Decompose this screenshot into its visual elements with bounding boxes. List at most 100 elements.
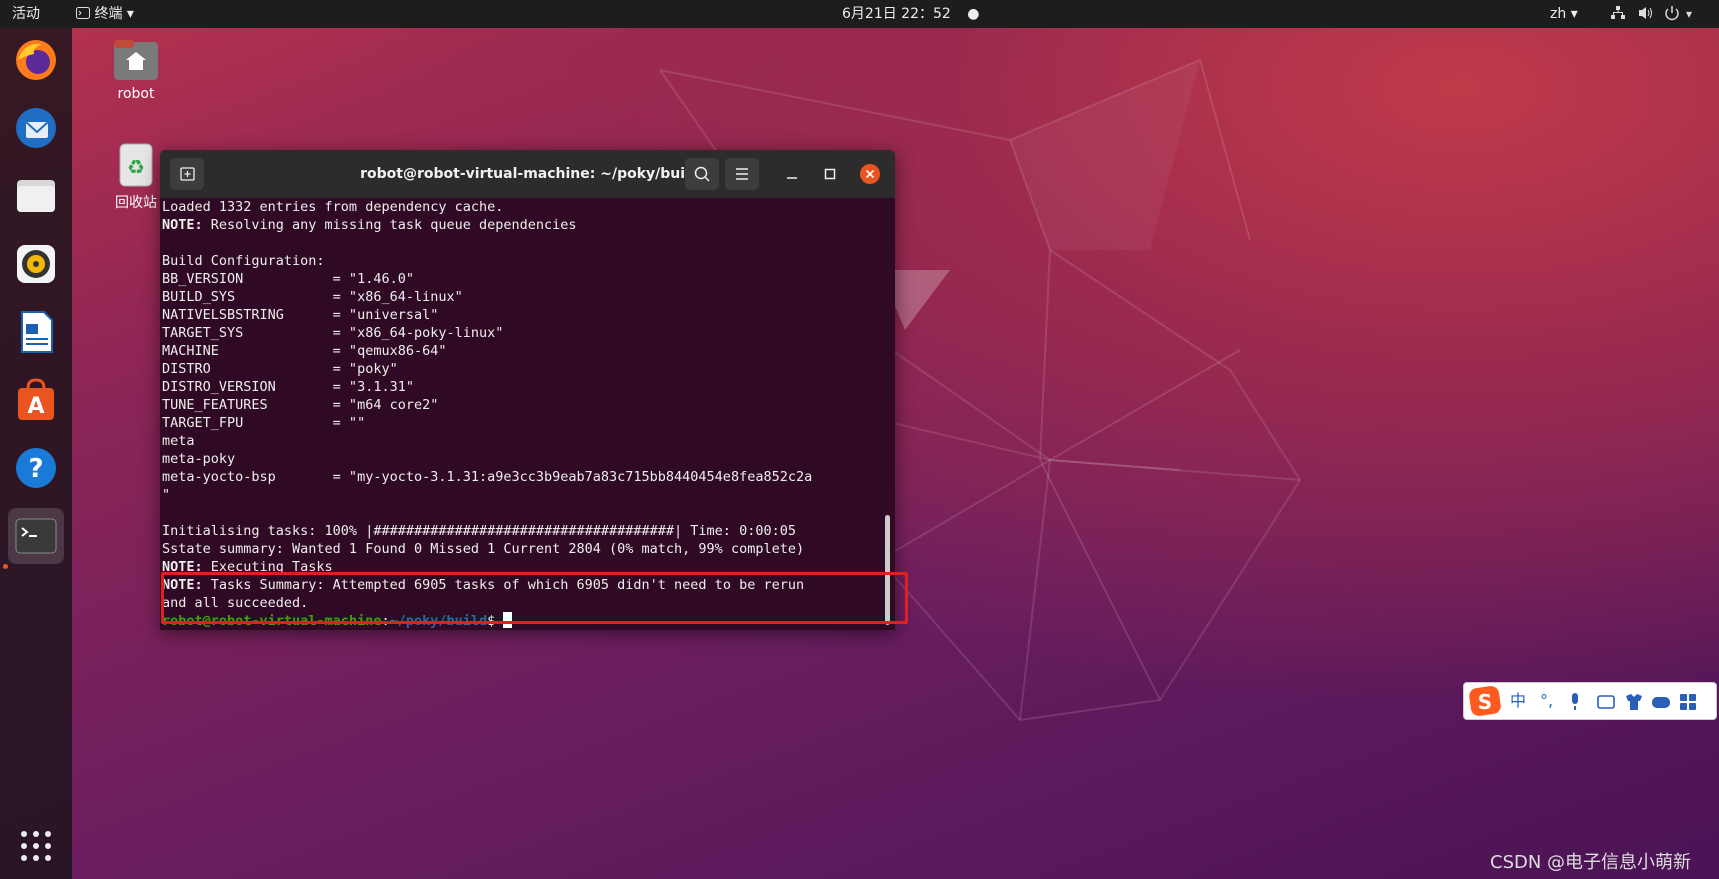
chevron-down-icon: ▾	[1686, 7, 1692, 21]
terminal-line: TARGET_FPU = ""	[162, 414, 882, 432]
line-text: Sstate summary: Wanted 1 Found 0 Missed …	[162, 541, 805, 557]
ime-mode[interactable]: 中	[1510, 683, 1526, 719]
clock-text: 6月21日 22：52	[842, 6, 951, 22]
close-button[interactable]	[858, 162, 882, 186]
dock-help[interactable]: ?	[8, 440, 64, 496]
files-icon	[17, 180, 55, 212]
line-text: Initialising tasks: 100% |##############…	[162, 523, 796, 539]
dock-terminal[interactable]	[8, 508, 64, 564]
svg-text:S: S	[1478, 690, 1492, 714]
apps-grid-icon	[21, 831, 51, 861]
volume-icon	[1639, 7, 1652, 19]
line-text: "	[162, 487, 171, 503]
tray-icons: ▾	[1611, 6, 1692, 21]
line-text: TARGET_FPU = ""	[162, 415, 366, 431]
terminal-line: BUILD_SYS = "x86_64-linux"	[162, 288, 882, 306]
toolbox-grid-icon	[1680, 694, 1696, 710]
desktop-icon-label: robot	[117, 86, 155, 102]
search-icon	[694, 166, 710, 182]
dock-software[interactable]: A	[8, 372, 64, 428]
ime-toolbar[interactable]: S 中 °,	[1463, 682, 1717, 720]
line-text: Resolving any missing task queue depende…	[202, 217, 577, 233]
app-menu[interactable]: 终端 ▾	[76, 0, 134, 28]
terminal-line: meta-yocto-bsp = "my-yocto-3.1.31:a9e3cc…	[162, 468, 882, 486]
terminal-line: TUNE_FEATURES = "m64 core2"	[162, 396, 882, 414]
search-button[interactable]	[685, 158, 719, 190]
dock-thunderbird[interactable]	[8, 100, 64, 156]
thunderbird-icon	[16, 108, 56, 148]
terminal-line: DISTRO_VERSION = "3.1.31"	[162, 378, 882, 396]
chevron-down-icon: ▾	[1570, 6, 1578, 22]
keyboard-icon	[1597, 695, 1615, 709]
dock: A ?	[0, 28, 72, 879]
dock-files[interactable]	[8, 168, 64, 224]
terminal-output[interactable]: Loaded 1332 entries from dependency cach…	[162, 198, 882, 630]
home-folder-icon	[114, 40, 158, 80]
terminal-line: NATIVELSBSTRING = "universal"	[162, 306, 882, 324]
line-text: NATIVELSBSTRING = "universal"	[162, 307, 439, 323]
terminal-line: Sstate summary: Wanted 1 Found 0 Missed …	[162, 540, 882, 558]
terminal-line: Build Configuration:	[162, 252, 882, 270]
running-indicator	[3, 564, 8, 569]
writer-icon	[21, 311, 53, 353]
line-text: BB_VERSION = "1.46.0"	[162, 271, 414, 287]
line-text: meta	[162, 433, 195, 449]
line-text: meta-yocto-bsp = "my-yocto-3.1.31:a9e3cc…	[162, 469, 813, 485]
svg-text:?: ?	[28, 454, 43, 484]
dock-libreoffice-writer[interactable]	[8, 304, 64, 360]
activities-button[interactable]: 活动	[12, 0, 40, 28]
line-text: DISTRO = "poky"	[162, 361, 398, 377]
line-text: MACHINE = "qemux86-64"	[162, 343, 447, 359]
maximize-button[interactable]	[818, 162, 842, 186]
top-bar: 活动 终端 ▾ 6月21日 22：52 ● zh ▾ ▾	[0, 0, 1719, 28]
sogou-logo-icon: S	[1469, 686, 1501, 716]
power-icon	[1665, 6, 1679, 21]
terminal-line: BB_VERSION = "1.46.0"	[162, 270, 882, 288]
terminal-line: MACHINE = "qemux86-64"	[162, 342, 882, 360]
terminal-line: TARGET_SYS = "x86_64-poky-linux"	[162, 324, 882, 342]
watermark: CSDN @电子信息小萌新	[1490, 852, 1692, 873]
highlight-annotation-box	[161, 572, 908, 624]
window-title: robot@robot-virtual-machine: ~/poky/buil…	[360, 166, 700, 182]
chevron-down-icon: ▾	[126, 6, 134, 22]
terminal-line: NOTE: Resolving any missing task queue d…	[162, 216, 882, 234]
terminal-line: DISTRO = "poky"	[162, 360, 882, 378]
dock-rhythmbox[interactable]	[8, 236, 64, 292]
minimize-button[interactable]	[780, 162, 804, 186]
system-tray[interactable]: ▾	[1610, 0, 1710, 28]
notification-dot-icon: ●	[967, 6, 980, 22]
lang-label: zh	[1550, 6, 1567, 22]
network-icon	[1611, 6, 1625, 19]
skin-shirt-icon	[1626, 694, 1642, 710]
software-center-icon: A	[18, 378, 54, 420]
hamburger-menu-icon	[736, 168, 748, 180]
menu-button[interactable]	[725, 158, 759, 190]
line-text: DISTRO_VERSION = "3.1.31"	[162, 379, 414, 395]
show-applications-button[interactable]	[8, 818, 64, 874]
ime-tool-icons[interactable]	[1568, 692, 1708, 712]
terminal-line: meta-poky	[162, 450, 882, 468]
terminal-line: meta	[162, 432, 882, 450]
line-text: TARGET_SYS = "x86_64-poky-linux"	[162, 325, 504, 341]
clock[interactable]: 6月21日 22：52 ●	[842, 0, 979, 28]
help-icon: ?	[16, 448, 56, 488]
note-prefix: NOTE:	[162, 217, 203, 233]
microphone-icon	[1572, 693, 1578, 710]
svg-text:♻: ♻	[127, 155, 145, 179]
terminal-header-bar[interactable]: robot@robot-virtual-machine: ~/poky/buil…	[160, 150, 895, 198]
terminal-line: "	[162, 486, 882, 504]
desktop-icon-home[interactable]: robot	[91, 38, 181, 102]
ime-punctuation[interactable]: °,	[1540, 683, 1553, 719]
firefox-icon	[16, 40, 56, 80]
line-text: BUILD_SYS = "x86_64-linux"	[162, 289, 463, 305]
terminal-icon	[15, 518, 57, 554]
dock-firefox[interactable]	[8, 32, 64, 88]
terminal-app-icon	[76, 7, 90, 19]
terminal-window[interactable]: robot@robot-virtual-machine: ~/poky/buil…	[160, 150, 895, 630]
terminal-line: Initialising tasks: 100% |##############…	[162, 522, 882, 540]
new-tab-button[interactable]	[170, 158, 204, 190]
new-tab-icon	[180, 167, 195, 181]
input-language-menu[interactable]: zh ▾	[1550, 0, 1578, 28]
